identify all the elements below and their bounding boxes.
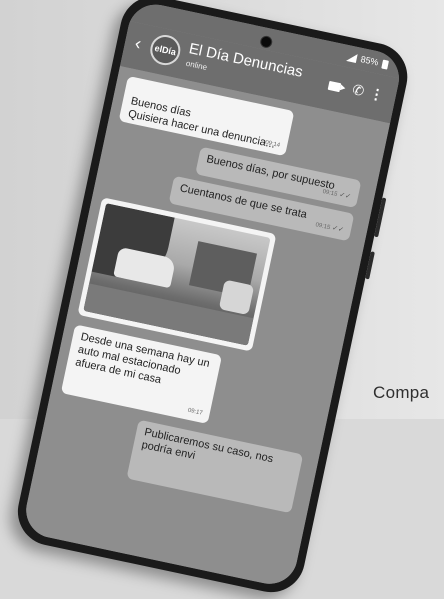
message-bubble-outgoing[interactable]: Publicaremos su caso, nos podría envi (126, 419, 304, 514)
video-call-icon[interactable] (327, 80, 342, 93)
battery-icon (381, 59, 390, 70)
status-indicators: 85% (346, 51, 390, 70)
car-photo[interactable] (83, 203, 271, 346)
signal-icon (346, 51, 358, 63)
more-menu-icon[interactable]: ⋮ (368, 85, 385, 105)
message-time: 09:14 (264, 139, 281, 149)
message-text: Buenos días Quisiera hacer una denuncia.… (127, 95, 277, 151)
read-receipt-icon: ✓✓ (331, 224, 345, 235)
side-caption: Compa (373, 383, 430, 402)
back-arrow-icon[interactable]: ‹ (133, 33, 143, 55)
battery-percent: 85% (359, 54, 380, 68)
avatar[interactable]: elDía (147, 32, 184, 68)
photo-message[interactable] (77, 197, 277, 352)
message-time: 09:15✓✓ (314, 222, 345, 235)
message-time: 09:17 (187, 407, 204, 417)
photo-second-car (218, 279, 255, 316)
message-text: Publicaremos su caso, nos podría envi (140, 426, 275, 466)
read-receipt-icon: ✓✓ (338, 191, 352, 201)
message-text: Desde una semana hay un auto mal estacio… (74, 330, 211, 387)
phone-call-icon[interactable]: ✆ (351, 81, 366, 100)
contact-status: online (185, 58, 208, 73)
message-time: 09:15✓✓ (321, 188, 352, 201)
